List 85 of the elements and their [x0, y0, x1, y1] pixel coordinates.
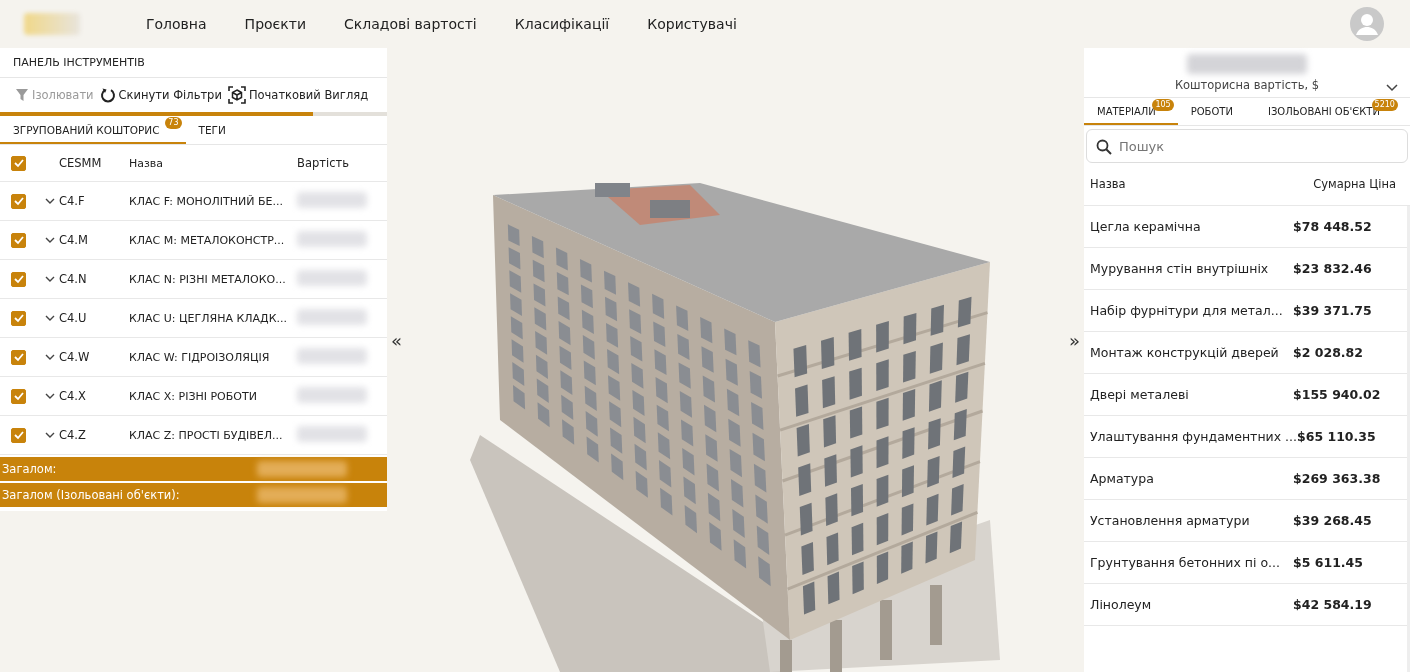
chevron-down-icon[interactable] — [45, 432, 55, 438]
total-label: Загалом: — [2, 462, 57, 476]
blurred-value — [297, 269, 367, 286]
table-cell-text: КЛАС F: МОНОЛІТНИЙ БЕ... — [129, 194, 284, 208]
checkbox[interactable] — [11, 349, 26, 365]
column-header: Назва — [1090, 177, 1126, 191]
table-cell-text: $78 448.52 — [1293, 219, 1373, 234]
table-cell: Улаштування фундаментних ... — [1090, 429, 1297, 444]
table-cell-text: $42 584.19 — [1293, 597, 1373, 612]
nav-link[interactable]: Проєкти — [244, 16, 306, 32]
table-cell-text: $2 028.82 — [1293, 345, 1364, 360]
logo-placeholder — [24, 13, 80, 35]
toolbar-button[interactable]: Початковий Вигляд — [226, 84, 370, 106]
nav-link[interactable]: Класифікації — [514, 16, 610, 32]
table-cell-text: C4.W — [59, 350, 91, 364]
table-cell-text: $5 611.45 — [1293, 555, 1364, 570]
blurred-value — [297, 386, 367, 403]
checkbox[interactable] — [11, 155, 26, 171]
chevron-down-icon[interactable] — [45, 237, 55, 243]
table-cell-text: C4.X — [59, 389, 87, 403]
checkbox[interactable] — [11, 310, 26, 326]
nav-link[interactable]: Головна — [146, 16, 207, 32]
checkbox[interactable] — [11, 388, 26, 404]
table-cell-text: C4.Z — [59, 428, 87, 442]
tab[interactable]: РОБОТИ — [1177, 98, 1255, 125]
chevron-down-icon[interactable] — [45, 315, 55, 321]
tab[interactable]: ТЕГИ — [185, 116, 252, 144]
building-model-drawing[interactable] — [470, 183, 1000, 672]
reset-icon — [99, 87, 116, 103]
count-badge: 73 — [165, 117, 182, 129]
search-field[interactable]: Пошук — [1086, 129, 1408, 163]
table-cell-text: КЛАС N: РІЗНІ МЕТАЛОКО... — [129, 272, 287, 286]
checkbox[interactable] — [11, 271, 26, 287]
table-cell-text: КЛАС U: ЦЕГЛЯНА КЛАДК... — [129, 311, 288, 325]
checkbox[interactable] — [11, 193, 26, 209]
toolbar-button[interactable]: Скинути Фільтри — [98, 85, 223, 105]
nav-link[interactable]: Складові вартості — [344, 16, 477, 32]
table-cell-text: $65 110.35 — [1297, 429, 1377, 444]
cube-view-icon — [227, 86, 246, 104]
checkbox[interactable] — [11, 427, 26, 443]
table-cell-text: C4.U — [59, 311, 88, 325]
table-cell-text: КЛАС M: МЕТАЛОКОНСТР... — [129, 233, 286, 247]
chevron-down-icon[interactable] — [45, 198, 55, 204]
table-cell-text: C4.N — [59, 272, 88, 286]
chevron-down-icon[interactable] — [45, 354, 55, 360]
column-header: Вартість — [297, 156, 350, 170]
table-cell: Цегла керамічна — [1090, 219, 1201, 234]
filter-icon — [15, 88, 29, 102]
estimate-caption: Кошторисна вартість, $ — [1174, 78, 1320, 92]
tab[interactable]: ЗГРУПОВАНИЙ КОШТОРИС 73 — [0, 116, 186, 144]
column-header: Назва — [129, 156, 165, 170]
blurred-value — [297, 308, 367, 325]
table-cell-text: КЛАС W: ГІДРОІЗОЛЯЦІЯ — [129, 350, 271, 364]
table-cell-text: C4.F — [59, 194, 86, 208]
blurred-value — [297, 425, 367, 442]
chevron-down-icon[interactable] — [45, 393, 55, 399]
blurred-value — [297, 347, 367, 364]
column-header: CESMM — [59, 156, 103, 170]
total-label: Загалом (Ізольовані об'єкти): — [2, 488, 180, 502]
table-cell: Двері металеві — [1090, 387, 1189, 402]
table-cell: Монтаж конструкцій дверей — [1090, 345, 1279, 360]
table-cell-text: $39 371.75 — [1293, 303, 1373, 318]
checkbox[interactable] — [11, 232, 26, 248]
table-cell-text: $269 363.38 — [1293, 471, 1382, 486]
nav-link[interactable]: Користувачі — [647, 16, 737, 32]
table-cell: Грунтування бетонних пі о... — [1090, 555, 1281, 570]
table-cell-text: C4.M — [59, 233, 89, 247]
table-cell-text: $155 940.02 — [1293, 387, 1382, 402]
table-cell-text: КЛАС X: РІЗНІ РОБОТИ — [129, 389, 258, 403]
table-cell-text: КЛАС Z: ПРОСТІ БУДІВЕЛ... — [129, 428, 284, 442]
column-header: Сумарна Ціна — [1313, 177, 1396, 191]
collapse-left-button[interactable]: « — [387, 329, 406, 351]
table-cell: Набір фурнітури для метал... — [1090, 303, 1283, 318]
chevron-down-icon[interactable] — [1386, 84, 1398, 92]
table-cell-text: $23 832.46 — [1293, 261, 1373, 276]
collapse-right-button[interactable]: » — [1065, 329, 1084, 351]
blurred-value — [297, 191, 367, 208]
table-cell: Лінолеум — [1090, 597, 1152, 612]
table-cell: Арматура — [1090, 471, 1154, 486]
blurred-value — [297, 230, 367, 247]
table-cell-text: $39 268.45 — [1293, 513, 1373, 528]
table-cell: Мурування стін внутрішніх — [1090, 261, 1269, 276]
table-cell: Установлення арматури — [1090, 513, 1250, 528]
chevron-down-icon[interactable] — [45, 276, 55, 282]
panel-title: ПАНЕЛЬ ІНСТРУМЕНТІВ — [0, 48, 387, 78]
